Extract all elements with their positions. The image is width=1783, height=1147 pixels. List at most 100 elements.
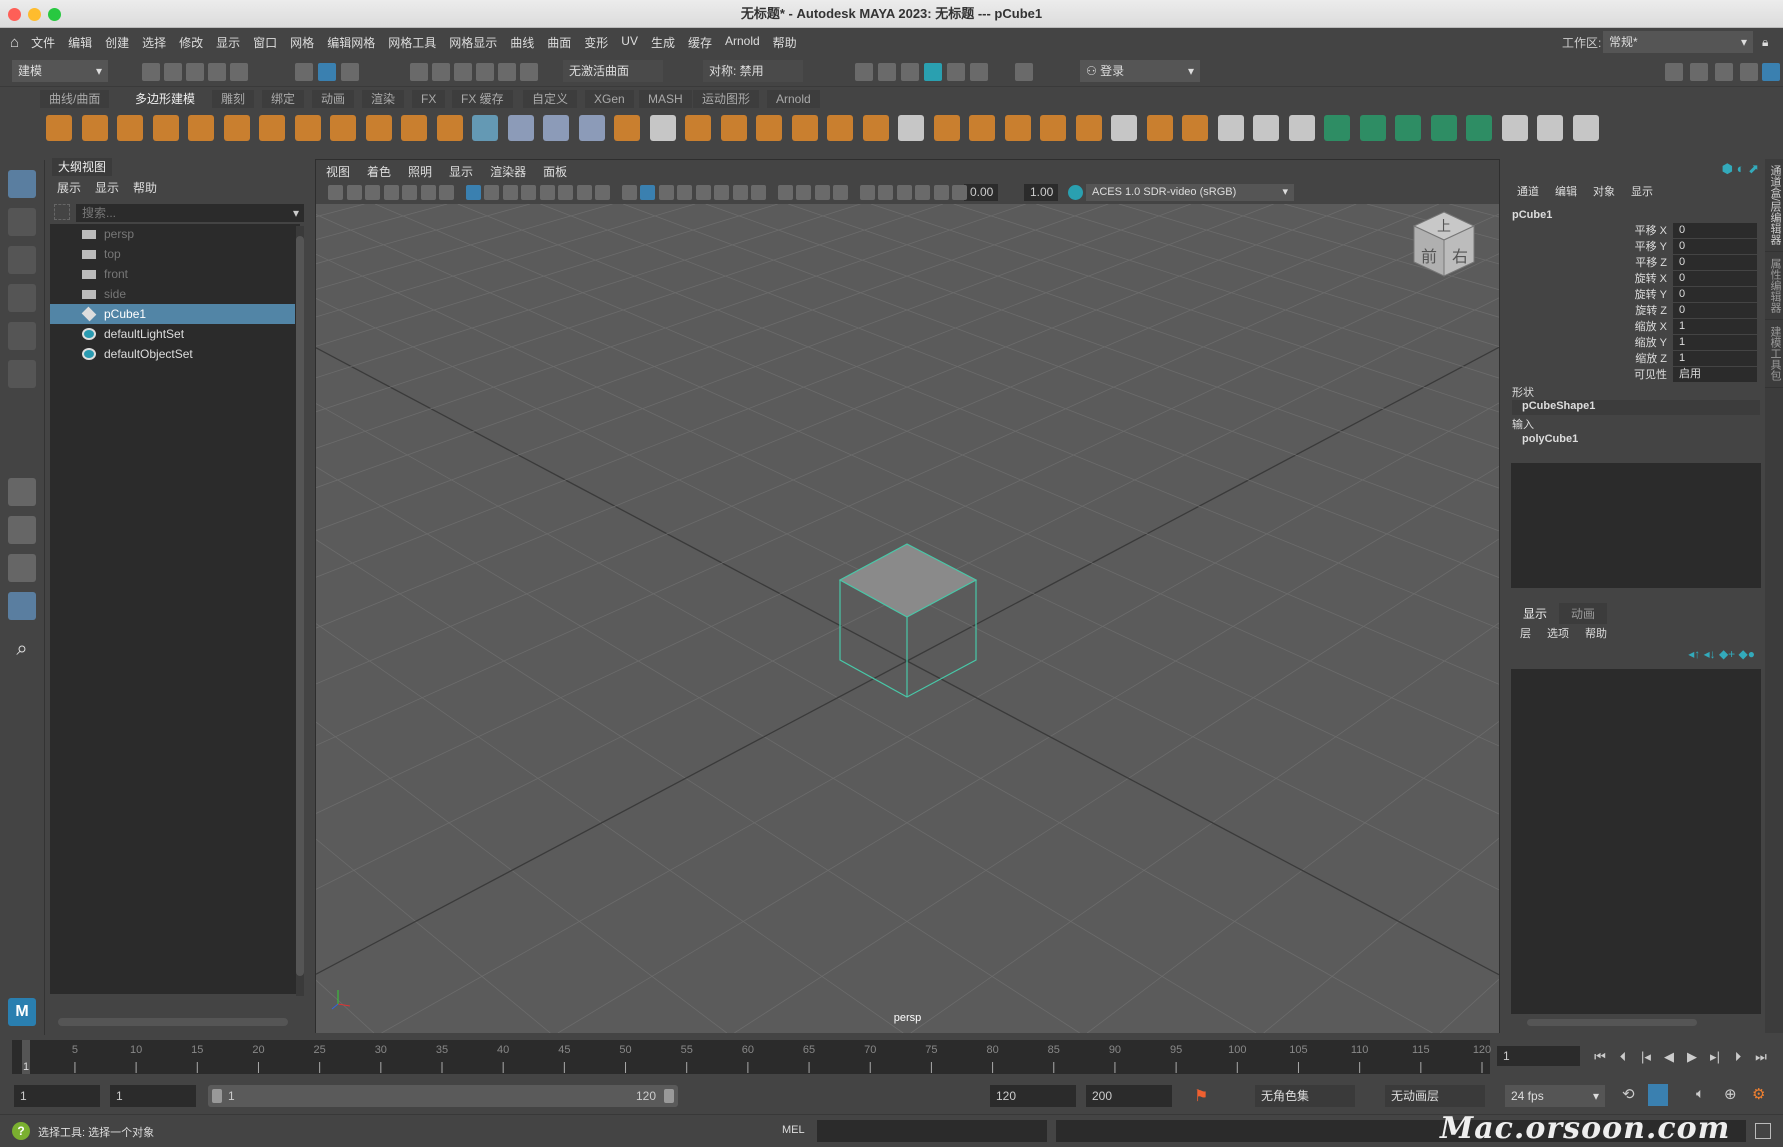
color-space-dropdown[interactable]: ACES 1.0 SDR-video (sRGB) ▾ [1086, 184, 1294, 201]
symmetry-dropdown[interactable]: 对称: 禁用 [703, 60, 803, 82]
ipr-render-icon[interactable] [878, 63, 896, 81]
menu-0[interactable]: 文件 [31, 34, 55, 51]
menu-2[interactable]: 创建 [105, 34, 129, 51]
side-tab-1[interactable]: 属性编辑器 [1765, 252, 1783, 321]
current-frame-field[interactable]: 1 [1497, 1046, 1580, 1066]
view-cube[interactable]: 上 前 右 [1404, 204, 1484, 284]
viewport-tool-icon-16[interactable] [640, 185, 655, 200]
filter-icon[interactable] [54, 204, 70, 220]
outliner-item[interactable]: persp [50, 224, 295, 244]
sound-icon[interactable]: 🔈︎ [1696, 1085, 1704, 1102]
side-tab-2[interactable]: 建模工具包 [1765, 320, 1783, 389]
viewport-tool-icon-25[interactable] [814, 185, 830, 200]
viewport-tool-icon-30[interactable] [915, 185, 930, 200]
fps-dropdown[interactable]: 24 fps ▾ [1505, 1085, 1605, 1107]
merge-icon[interactable] [1004, 115, 1031, 141]
paint-select-tool-icon[interactable] [8, 246, 36, 274]
channel-box-icon[interactable] [1762, 63, 1780, 81]
maya-logo-icon[interactable]: M [8, 998, 36, 1026]
color-management-icon[interactable] [1068, 185, 1083, 200]
live-surface-field[interactable]: 无激活曲面 [563, 60, 663, 82]
viewport-tool-icon-26[interactable] [833, 185, 848, 200]
viewport-menu-3[interactable]: 显示 [449, 163, 473, 180]
view-cube-right[interactable]: 右 [1452, 248, 1468, 266]
outliner-menu-0[interactable]: 展示 [57, 179, 81, 196]
four-pane-layout-icon[interactable] [8, 516, 36, 544]
save-scene-icon[interactable] [186, 63, 204, 81]
minimize-window-button[interactable] [28, 8, 41, 21]
pcube1-mesh[interactable] [316, 204, 1499, 1033]
channel-value[interactable]: 0 [1673, 287, 1757, 302]
script-language-toggle[interactable]: MEL [782, 1124, 805, 1136]
viewport-tool-icon-9[interactable] [502, 185, 518, 200]
close-window-button[interactable] [8, 8, 21, 21]
time-slider[interactable]: 1 5 10 15 20 25 30 35 40 45 50 55 60 65 70 75 80 85 90 95 10… [0, 1036, 1783, 1078]
delete-history-icon[interactable] [543, 115, 569, 141]
viewport-tool-icon-20[interactable] [714, 185, 729, 200]
shelf-tab-7[interactable]: FX 缓存 [452, 90, 513, 108]
channel-row[interactable]: 平移 Z 0 [1507, 255, 1757, 271]
edge-flow-icon[interactable] [1288, 115, 1315, 141]
select-object-icon[interactable] [318, 63, 336, 81]
viewport-tool-icon-2[interactable] [365, 185, 380, 200]
outliner-menu-2[interactable]: 帮助 [133, 179, 157, 196]
3d-scene[interactable]: 上 前 右 persp [316, 204, 1499, 1033]
channel-value[interactable]: 0 [1673, 303, 1757, 318]
viewport-tool-icon-23[interactable] [777, 185, 793, 200]
menu-5[interactable]: 显示 [216, 34, 240, 51]
mirror-icon[interactable] [791, 115, 818, 141]
render-settings-icon[interactable] [901, 63, 919, 81]
view-cube-front[interactable]: 前 [1421, 248, 1437, 266]
viewport-tool-icon-27[interactable] [859, 185, 875, 200]
menu-12[interactable]: 曲面 [547, 34, 571, 51]
channel-row[interactable]: 平移 X 0 [1507, 223, 1757, 239]
character-set-dropdown[interactable]: 无角色集 [1255, 1085, 1355, 1107]
viewport-tool-icon-14[interactable] [595, 185, 610, 200]
menu-set-dropdown[interactable]: 建模 ▾ [12, 60, 108, 82]
menu-13[interactable]: 变形 [584, 34, 608, 51]
lasso-tool-icon[interactable] [8, 208, 36, 236]
menu-9[interactable]: 网格工具 [388, 34, 436, 51]
rotate-tool-icon[interactable] [8, 322, 36, 350]
viewport-menu-4[interactable]: 渲染器 [490, 163, 526, 180]
attribute-editor-icon[interactable] [1715, 63, 1733, 81]
playblast-icon[interactable] [1648, 1084, 1668, 1106]
menu-8[interactable]: 编辑网格 [327, 34, 375, 51]
shelf-tab-5[interactable]: 渲染 [362, 90, 405, 108]
poly-plane-icon[interactable] [223, 115, 250, 141]
layer-tab-0[interactable]: 显示 [1511, 603, 1560, 624]
anim-layer-dropdown[interactable]: 无动画层 [1385, 1085, 1485, 1107]
channel-value[interactable]: 0 [1673, 239, 1757, 254]
viewport-tool-icon-18[interactable] [677, 185, 692, 200]
playback-end-field[interactable]: 120 [990, 1085, 1076, 1107]
menu-4[interactable]: 修改 [179, 34, 203, 51]
new-scene-icon[interactable] [142, 63, 160, 81]
poly-cone-icon[interactable] [152, 115, 179, 141]
go-to-start-icon[interactable]: ⏮ [1593, 1050, 1607, 1064]
step-forward-icon[interactable]: ⏵ [1731, 1050, 1745, 1064]
time-ruler[interactable]: 15 10 15 20 25 30 35 40 45 50 55 60 65 70 75 80 85 90 95 10… [12, 1036, 1502, 1078]
select-component-icon[interactable] [341, 63, 359, 81]
fill-hole-icon[interactable] [933, 115, 960, 141]
channel-menu-3[interactable]: 显示 [1631, 183, 1653, 199]
text-icon[interactable] [401, 115, 427, 141]
range-end-handle[interactable] [664, 1089, 674, 1103]
viewport-tool-icon-24[interactable] [796, 185, 811, 200]
range-slider[interactable]: 1 120 [208, 1085, 678, 1107]
viewport-tool-icon-19[interactable] [695, 185, 711, 200]
viewport-tool-icon-21[interactable] [732, 185, 748, 200]
viewport-tool-icon-13[interactable] [576, 185, 592, 200]
hypershade-icon[interactable] [924, 63, 942, 81]
viewport-tool-icon-31[interactable] [933, 185, 949, 200]
login-dropdown[interactable]: ⚇ 登录 ▾ [1080, 60, 1200, 82]
select-hierarchy-icon[interactable] [295, 63, 313, 81]
uv-layout-icon[interactable] [1501, 115, 1528, 141]
play-backward-icon[interactable]: ◀ [1662, 1050, 1676, 1064]
render-frame-icon[interactable] [855, 63, 873, 81]
viewport-tool-icon-0[interactable] [328, 185, 343, 200]
poly-cube-icon[interactable] [81, 115, 108, 141]
shelf-tab-4[interactable]: 动画 [312, 90, 355, 108]
channel-row[interactable]: 旋转 Y 0 [1507, 287, 1757, 303]
menu-16[interactable]: 缓存 [688, 34, 712, 51]
render-setup-icon[interactable] [947, 63, 965, 81]
